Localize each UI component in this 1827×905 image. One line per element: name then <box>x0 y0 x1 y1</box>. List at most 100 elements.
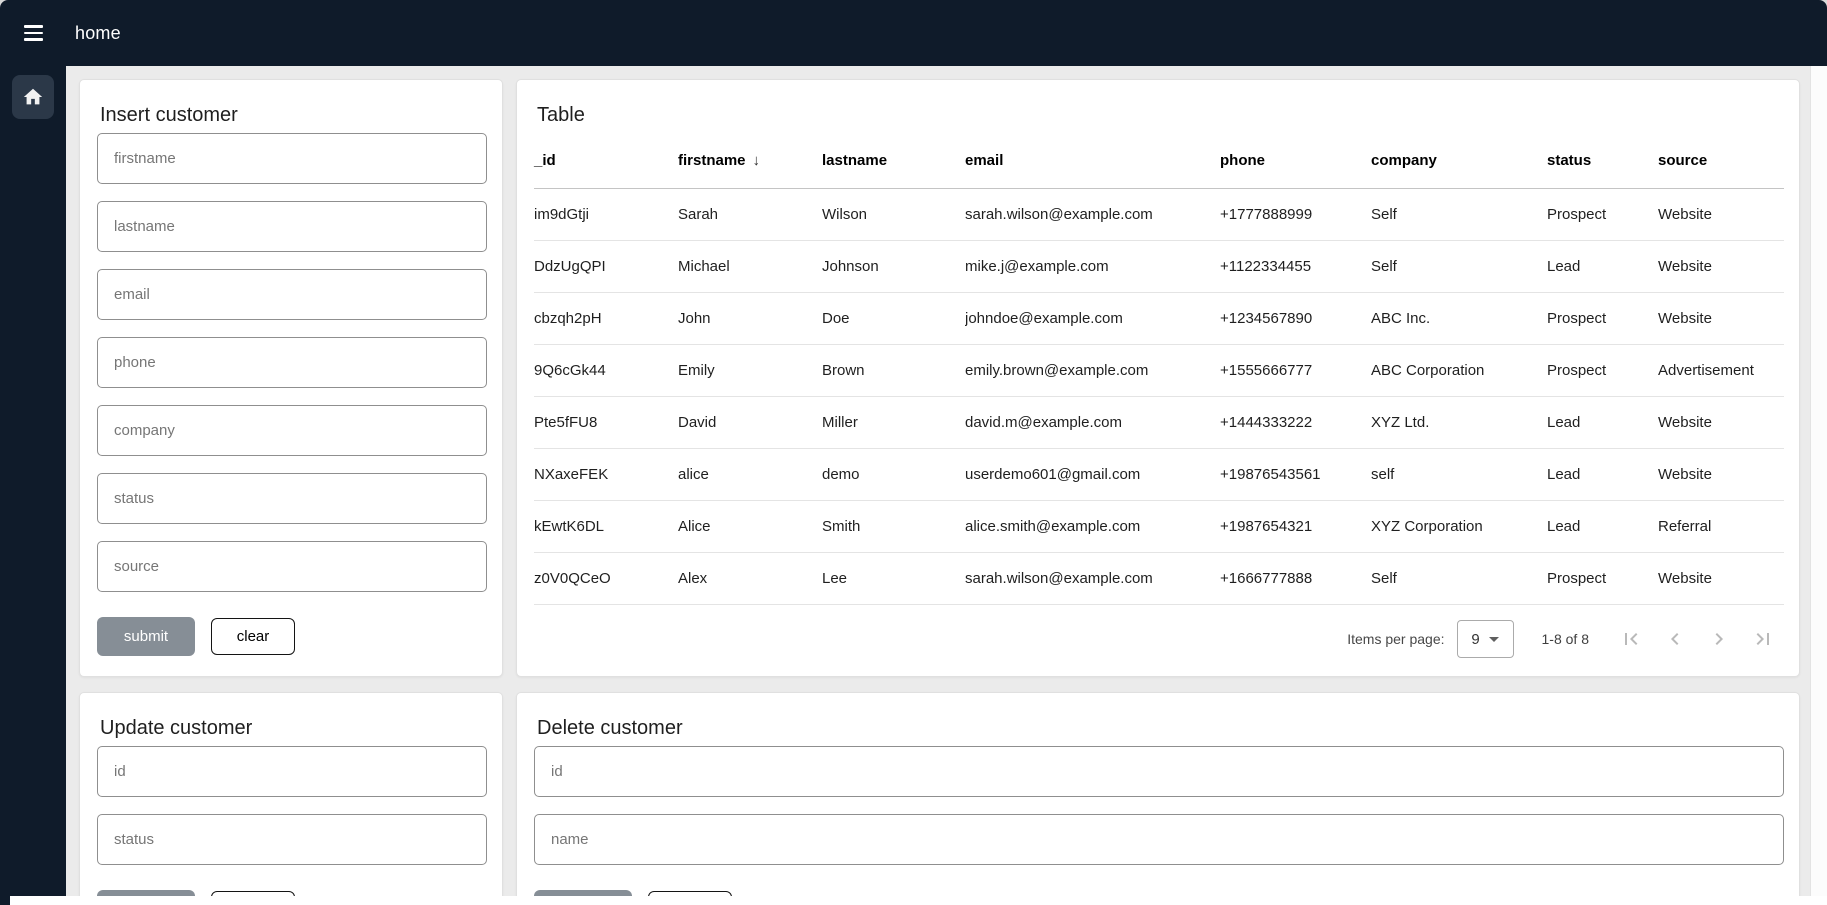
column-header-email[interactable]: email <box>965 134 1220 188</box>
menu-button[interactable] <box>11 11 55 55</box>
table-cell: Self <box>1371 552 1547 604</box>
table-cell: alice.smith@example.com <box>965 500 1220 552</box>
delete-customer-card: Delete customer submit clear <box>516 692 1800 905</box>
table-cell: Pte5fFU8 <box>534 396 678 448</box>
insert-clear-button[interactable]: clear <box>211 618 295 655</box>
table-row: im9dGtjiSarahWilsonsarah.wilson@example.… <box>534 188 1784 240</box>
scrollbar-corner <box>0 896 10 905</box>
source-input[interactable] <box>97 541 487 592</box>
table-cell: +1666777888 <box>1220 552 1371 604</box>
table-header-row: _id firstname↓ lastname email phone comp… <box>534 134 1784 188</box>
table-cell: XYZ Ltd. <box>1371 396 1547 448</box>
table-cell: Lead <box>1547 500 1658 552</box>
update-customer-card: Update customer submit clear <box>79 692 503 905</box>
table-cell: kEwtK6DL <box>534 500 678 552</box>
update-id-input[interactable] <box>97 746 487 797</box>
table-cell: Smith <box>822 500 965 552</box>
insert-customer-card: Insert customer submit clear <box>79 79 503 677</box>
insert-card-title: Insert customer <box>80 80 502 126</box>
column-header-company[interactable]: company <box>1371 134 1547 188</box>
table-cell: Doe <box>822 292 965 344</box>
table-cell: david.m@example.com <box>965 396 1220 448</box>
table-cell: Referral <box>1658 500 1784 552</box>
email-input[interactable] <box>97 269 487 320</box>
next-page-icon <box>1707 627 1731 651</box>
table-cell: Miller <box>822 396 965 448</box>
table-row: 9Q6cGk44EmilyBrownemily.brown@example.co… <box>534 344 1784 396</box>
status-input[interactable] <box>97 473 487 524</box>
page-size-value: 9 <box>1471 631 1479 648</box>
table-cell: z0V0QCeO <box>534 552 678 604</box>
table-cell: cbzqh2pH <box>534 292 678 344</box>
table-cell: John <box>678 292 822 344</box>
company-input[interactable] <box>97 405 487 456</box>
table-cell: NXaxeFEK <box>534 448 678 500</box>
column-header-status[interactable]: status <box>1547 134 1658 188</box>
update-status-input[interactable] <box>97 814 487 865</box>
table-cell: Lead <box>1547 448 1658 500</box>
table-cell: Website <box>1658 188 1784 240</box>
column-header-id[interactable]: _id <box>534 134 678 188</box>
sidebar-item-home[interactable] <box>12 75 54 119</box>
table-cell: sarah.wilson@example.com <box>965 552 1220 604</box>
table-card-title: Table <box>517 80 1799 126</box>
vertical-scrollbar[interactable] <box>1810 66 1827 896</box>
column-header-lastname[interactable]: lastname <box>822 134 965 188</box>
table-cell: self <box>1371 448 1547 500</box>
last-page-button[interactable] <box>1741 617 1785 661</box>
lastname-input[interactable] <box>97 201 487 252</box>
table-cell: Website <box>1658 292 1784 344</box>
table-cell: demo <box>822 448 965 500</box>
table-cell: Prospect <box>1547 292 1658 344</box>
table-cell: Self <box>1371 188 1547 240</box>
table-cell: Self <box>1371 240 1547 292</box>
firstname-input[interactable] <box>97 133 487 184</box>
table-cell: Advertisement <box>1658 344 1784 396</box>
update-card-title: Update customer <box>80 693 502 739</box>
page-size-select[interactable]: 9 <box>1457 620 1514 658</box>
next-page-button[interactable] <box>1697 617 1741 661</box>
sidebar <box>0 66 66 896</box>
table-cell: Website <box>1658 448 1784 500</box>
customers-table: _id firstname↓ lastname email phone comp… <box>534 134 1784 605</box>
paginator-nav <box>1609 617 1785 661</box>
first-page-button[interactable] <box>1609 617 1653 661</box>
table-cell: +1987654321 <box>1220 500 1371 552</box>
previous-page-button[interactable] <box>1653 617 1697 661</box>
table-row: cbzqh2pHJohnDoejohndoe@example.com+12345… <box>534 292 1784 344</box>
table-row: NXaxeFEKalicedemouserdemo601@gmail.com+1… <box>534 448 1784 500</box>
table-cell: Sarah <box>678 188 822 240</box>
phone-input[interactable] <box>97 337 487 388</box>
table-cell: Website <box>1658 240 1784 292</box>
page-title: home <box>75 23 121 44</box>
first-page-icon <box>1619 627 1643 651</box>
delete-name-input[interactable] <box>534 814 1784 865</box>
column-header-phone[interactable]: phone <box>1220 134 1371 188</box>
last-page-icon <box>1751 627 1775 651</box>
hamburger-icon <box>24 25 43 40</box>
table-cell: Lead <box>1547 396 1658 448</box>
insert-button-row: submit clear <box>97 617 502 656</box>
topbar: home <box>0 0 1827 66</box>
table-cell: Brown <box>822 344 965 396</box>
table-cell: XYZ Corporation <box>1371 500 1547 552</box>
paginator: Items per page: 9 1-8 of 8 <box>517 602 1799 676</box>
insert-submit-button[interactable]: submit <box>97 617 195 656</box>
table-row: Pte5fFU8DavidMillerdavid.m@example.com+1… <box>534 396 1784 448</box>
table-cell: Prospect <box>1547 552 1658 604</box>
horizontal-scrollbar[interactable] <box>10 896 1827 905</box>
table-row: z0V0QCeOAlexLeesarah.wilson@example.com+… <box>534 552 1784 604</box>
column-header-source[interactable]: source <box>1658 134 1784 188</box>
table-cell: +1122334455 <box>1220 240 1371 292</box>
table-body: im9dGtjiSarahWilsonsarah.wilson@example.… <box>534 188 1784 604</box>
table-cell: Website <box>1658 552 1784 604</box>
table-cell: alice <box>678 448 822 500</box>
table-card: Table _id firstname↓ lastname email phon… <box>516 79 1800 677</box>
table-cell: mike.j@example.com <box>965 240 1220 292</box>
delete-card-title: Delete customer <box>517 693 1799 739</box>
table-cell: +1234567890 <box>1220 292 1371 344</box>
sort-desc-icon: ↓ <box>753 152 761 169</box>
column-header-firstname[interactable]: firstname↓ <box>678 134 822 188</box>
delete-id-input[interactable] <box>534 746 1784 797</box>
table-cell: Johnson <box>822 240 965 292</box>
